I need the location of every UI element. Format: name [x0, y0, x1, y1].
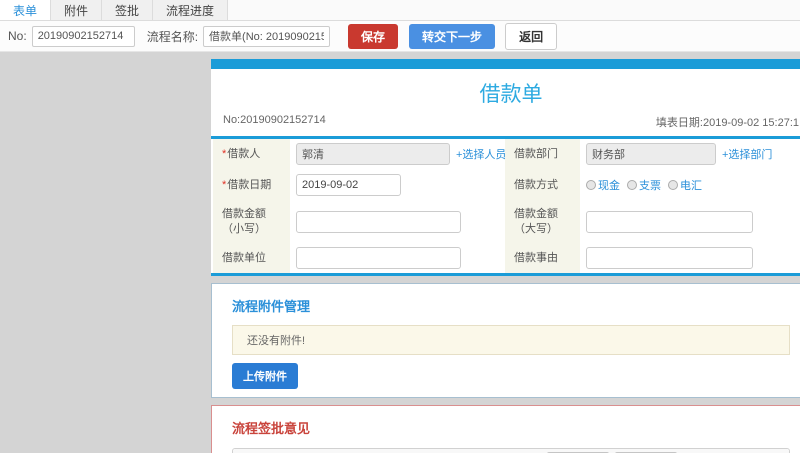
borrower-input[interactable] [296, 143, 450, 165]
required-mark: * [222, 147, 227, 160]
unit-input[interactable] [296, 247, 461, 269]
approval-title: 流程签批意见 [232, 421, 311, 436]
tab-progress-label: 流程进度 [166, 3, 215, 18]
department-label: 借款部门 [514, 147, 558, 160]
radio-wire-label: 电汇 [680, 180, 702, 192]
fill-date-text: 填表日期:2019-09-02 15:27:1 [655, 117, 799, 129]
tab-form[interactable]: 表单 [0, 0, 52, 20]
tab-form-label: 表单 [13, 3, 38, 18]
upload-attachment-button[interactable]: 上传附件 [232, 363, 298, 389]
form-grid: * 借款人 +选择人员 借款部门 +选择部门 * 借款日期 [213, 139, 800, 273]
method-radio-group: 现金 支票 电汇 [586, 177, 702, 193]
method-label-cell: 借款方式 [505, 169, 580, 201]
borrow-date-input[interactable] [296, 174, 401, 196]
form-meta-row: No:20190902152714 填表日期:2019-09-02 15:27:… [211, 112, 800, 130]
method-field-cell: 现金 支票 电汇 [580, 169, 800, 201]
form-no-text: No:20190902152714 [223, 114, 326, 126]
unit-field-cell [290, 243, 505, 273]
amount-upper-label: 借款金额（大写） [514, 208, 558, 235]
radio-icon[interactable] [627, 180, 637, 190]
process-name-label: 流程名称: [146, 29, 199, 44]
loan-form-section: 借款单 No:20190902152714 填表日期:2019-09-02 15… [211, 59, 800, 276]
tab-attachment-label: 附件 [64, 3, 89, 18]
select-department-link[interactable]: +选择部门 [722, 146, 772, 162]
borrow-date-label-cell: * 借款日期 [213, 169, 290, 201]
editor-toolbar: B I abc [233, 449, 789, 453]
back-button[interactable]: 返回 [505, 22, 558, 50]
borrow-date-field-cell [290, 169, 505, 201]
radio-cash-label: 现金 [598, 180, 620, 192]
unit-label: 借款单位 [222, 251, 266, 264]
radio-option-check[interactable]: 支票 [627, 177, 661, 193]
amount-lower-label-cell: 借款金额（小写） [213, 201, 290, 243]
forward-next-step-button[interactable]: 转交下一步 [409, 23, 496, 49]
attachments-section: 流程附件管理 还没有附件! 上传附件 [211, 283, 800, 398]
no-label: No: [8, 29, 27, 43]
required-mark: * [222, 178, 227, 191]
action-toolbar: No: 流程名称: 保存 转交下一步 返回 [0, 21, 800, 52]
department-field-cell: +选择部门 [580, 139, 800, 169]
attachments-title: 流程附件管理 [232, 299, 311, 314]
reason-input[interactable] [586, 247, 753, 269]
radio-check-label: 支票 [639, 180, 661, 192]
amount-upper-label-cell: 借款金额（大写） [505, 201, 580, 243]
approval-section: 流程签批意见 B I abc [211, 405, 800, 453]
tab-approval-label: 签批 [115, 3, 140, 18]
borrower-label-cell: * 借款人 [213, 139, 290, 169]
borrower-field-cell: +选择人员 [290, 139, 506, 169]
content-panel: 借款单 No:20190902152714 填表日期:2019-09-02 15… [211, 59, 800, 453]
reason-label: 借款事由 [514, 251, 558, 264]
amount-upper-field-cell [580, 201, 800, 243]
tab-approval[interactable]: 签批 [102, 0, 154, 20]
amount-lower-field-cell [290, 201, 505, 243]
reason-label-cell: 借款事由 [505, 243, 580, 273]
tab-attachment[interactable]: 附件 [51, 0, 103, 20]
select-person-link[interactable]: +选择人员 [456, 146, 506, 162]
page-background: 借款单 No:20190902152714 填表日期:2019-09-02 15… [0, 52, 800, 453]
radio-option-wire[interactable]: 电汇 [668, 177, 702, 193]
header-accent-bar [211, 59, 800, 69]
unit-label-cell: 借款单位 [213, 243, 290, 273]
rich-text-editor: B I abc [232, 448, 790, 453]
radio-icon[interactable] [668, 180, 678, 190]
reason-field-cell [580, 243, 800, 273]
attachments-empty-message: 还没有附件! [232, 325, 790, 355]
amount-lower-input[interactable] [296, 211, 461, 233]
page-title: 借款单 [479, 83, 543, 106]
radio-icon[interactable] [586, 180, 596, 190]
borrower-label: 借款人 [227, 147, 261, 160]
radio-option-cash[interactable]: 现金 [586, 177, 620, 193]
department-label-cell: 借款部门 [505, 139, 580, 169]
tab-bar: 表单 附件 签批 流程进度 [0, 0, 800, 21]
process-name-input[interactable] [203, 25, 331, 47]
borrow-date-label: 借款日期 [227, 178, 272, 191]
save-button[interactable]: 保存 [348, 23, 399, 49]
amount-lower-label: 借款金额（小写） [222, 208, 266, 235]
tab-progress[interactable]: 流程进度 [153, 0, 229, 20]
amount-upper-input[interactable] [586, 211, 753, 233]
method-label: 借款方式 [514, 178, 558, 191]
no-input[interactable] [31, 25, 135, 47]
department-input[interactable] [586, 143, 716, 165]
